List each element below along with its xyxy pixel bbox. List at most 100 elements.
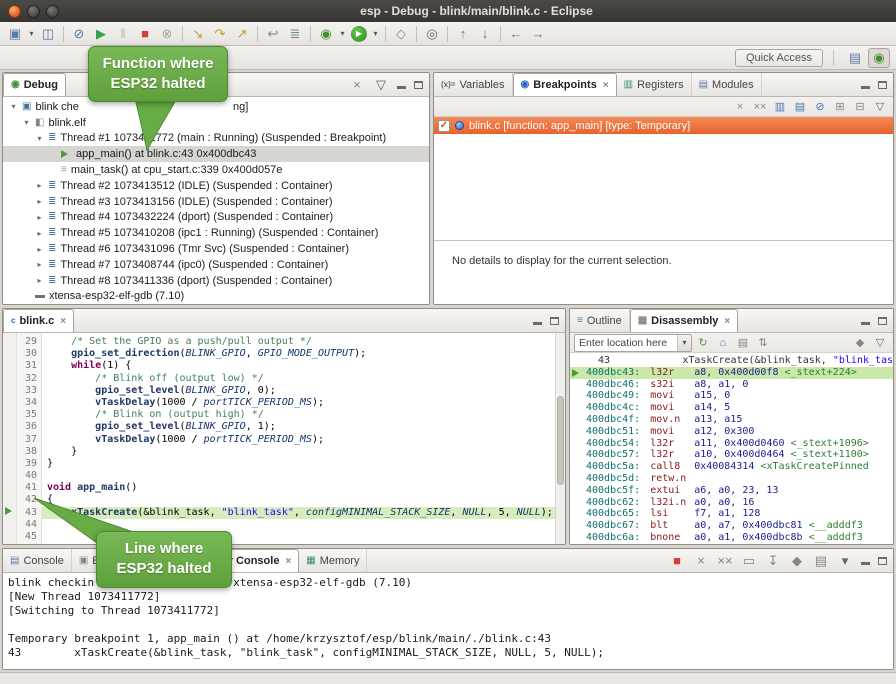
disassembly-line[interactable]: 400dbc46:s32ia8, a1, 0 <box>570 379 893 391</box>
collapse-icon[interactable]: ▾ <box>9 102 18 111</box>
instruction-stepping-icon[interactable]: ≣ <box>284 24 306 44</box>
remove-launch-icon[interactable]: × <box>690 551 712 571</box>
disassembly-line[interactable]: 400dbc5a:call80x40084314 <xTaskCreatePin… <box>570 461 893 473</box>
collapse-all-icon[interactable]: ⊟ <box>851 99 869 115</box>
clear-console-icon[interactable]: ▭ <box>738 551 760 571</box>
tab-debug[interactable]: ◉Debug <box>3 73 66 96</box>
show-breakpoints-supported-icon[interactable]: ▥ <box>771 99 789 115</box>
close-tab-icon[interactable]: × <box>60 316 66 327</box>
code-line[interactable]: while(1) { <box>42 360 565 372</box>
disassembly-menu-icon[interactable]: ▽ <box>871 335 889 351</box>
link-with-source-icon[interactable]: ▤ <box>734 335 752 351</box>
debug-dropdown-icon[interactable]: ▾ <box>337 24 348 44</box>
disassembly-line[interactable]: 400dbc4c:movia14, 5 <box>570 402 893 414</box>
stack-frame-main-task[interactable]: ≡main_task() at cpu_start.c:339 0x400d05… <box>3 162 429 178</box>
code-line[interactable]: } <box>42 446 565 458</box>
disassembly-line[interactable]: 400dbc67:blta0, a7, 0x400dbc81 <__adddf3 <box>570 520 893 532</box>
close-tab-icon[interactable]: × <box>724 316 730 327</box>
editor-code-area[interactable]: /* Set the GPIO as a push/pull output */… <box>42 333 565 544</box>
resume-icon[interactable]: ▶ <box>90 24 112 44</box>
disassembly-line[interactable]: 400dbc54:l32ra11, 0x400d0460 <_stext+109… <box>570 438 893 450</box>
thread-6[interactable]: ▸≣Thread #6 1073431096 (Tmr Svc) (Suspen… <box>3 241 429 257</box>
disassembly-line[interactable]: 400dbc49:movia15, 0 <box>570 390 893 402</box>
drop-to-frame-icon[interactable]: ↩ <box>262 24 284 44</box>
collapse-icon[interactable]: ▾ <box>22 118 31 127</box>
tab-modules[interactable]: ▤Modules <box>692 73 762 96</box>
forward-icon[interactable]: → <box>527 24 549 44</box>
external-tools-icon[interactable]: ◇ <box>390 24 412 44</box>
maximize-window-button[interactable] <box>46 5 59 18</box>
debug-perspective-icon[interactable]: ◉ <box>868 48 890 68</box>
view-menu-icon[interactable]: ▽ <box>871 99 889 115</box>
maximize-panel-icon[interactable] <box>875 312 890 330</box>
stack-frame-app-main[interactable]: app_main() at blink.c:43 0x400dbc43 <box>3 146 429 162</box>
code-line[interactable] <box>42 519 565 531</box>
code-line[interactable]: vTaskDelay(1000 / portTICK_PERIOD_MS); <box>42 434 565 446</box>
minimize-panel-icon[interactable] <box>858 552 873 570</box>
disassembly-line[interactable]: 400dbc57:l32ra10, 0x400d0464 <_stext+110… <box>570 449 893 461</box>
thread-3[interactable]: ▸≣Thread #3 1073413156 (IDLE) (Suspended… <box>3 194 429 210</box>
expand-icon[interactable]: ▸ <box>35 181 44 190</box>
remove-all-launches-icon[interactable]: ×× <box>714 551 736 571</box>
go-to-file-icon[interactable]: ▤ <box>791 99 809 115</box>
location-dropdown-icon[interactable]: ▾ <box>677 335 691 351</box>
tab-disassembly[interactable]: ▦Disassembly× <box>630 309 739 332</box>
disassembly-line[interactable]: 400dbc62:l32i.na0, a0, 16 <box>570 497 893 509</box>
code-line[interactable]: /* Blink off (output low) */ <box>42 373 565 385</box>
disassembly-line[interactable]: 400dbc51:movia12, 0x300 <box>570 426 893 438</box>
disassembly-line[interactable]: 400dbc5d:retw.n <box>570 473 893 485</box>
thread-5[interactable]: ▸≣Thread #5 1073410208 (ipc1 : Running) … <box>3 225 429 241</box>
new-wizard-dropdown-icon[interactable]: ▾ <box>26 24 37 44</box>
maximize-panel-icon[interactable] <box>547 312 562 330</box>
maximize-panel-icon[interactable] <box>411 76 426 94</box>
remove-all-breakpoints-icon[interactable]: ×× <box>751 99 769 115</box>
tab-registers[interactable]: ▥Registers <box>617 73 692 96</box>
code-line[interactable]: /* Set the GPIO as a push/pull output */ <box>42 336 565 348</box>
minimize-window-button[interactable] <box>27 5 40 18</box>
disassembly-line[interactable]: 400dbc6a:bnonea0, a1, 0x400dbc8b <__addd… <box>570 532 893 544</box>
suspend-icon[interactable]: ‖ <box>112 24 134 44</box>
code-line[interactable]: } <box>42 458 565 470</box>
code-line[interactable]: { <box>42 494 565 506</box>
open-perspective-icon[interactable]: ▤ <box>844 48 866 68</box>
process-blink-elf[interactable]: ▾◧blink.elf <box>3 115 429 131</box>
terminate-icon[interactable]: ■ <box>666 551 688 571</box>
step-return-icon[interactable]: ↗ <box>231 24 253 44</box>
thread-2[interactable]: ▸≣Thread #2 1073413512 (IDLE) (Suspended… <box>3 178 429 194</box>
disassembly-line[interactable]: 400dbc43:l32ra8, 0x400d00f8 <_stext+224> <box>570 367 893 379</box>
remove-selected-breakpoints-icon[interactable]: × <box>731 99 749 115</box>
thread-1[interactable]: ▾≣Thread #1 1073411772 (main : Running) … <box>3 131 429 147</box>
expand-all-icon[interactable]: ⊞ <box>831 99 849 115</box>
remove-all-terminated-icon[interactable]: × <box>346 75 368 95</box>
terminate-icon[interactable]: ■ <box>134 24 156 44</box>
disassembly-line[interactable]: 400dbc4f:mov.na13, a15 <box>570 414 893 426</box>
editor-marker-ruler[interactable] <box>3 333 17 544</box>
code-line[interactable]: gpio_set_level(BLINK_GPIO, 1); <box>42 421 565 433</box>
pin-console-icon[interactable]: ◆ <box>786 551 808 571</box>
expand-icon[interactable]: ▸ <box>35 260 44 269</box>
expand-icon[interactable]: ▸ <box>35 245 44 254</box>
run-icon[interactable]: ▶ <box>351 26 367 42</box>
minimize-panel-icon[interactable] <box>858 76 873 94</box>
tab-blink-c[interactable]: cblink.c× <box>3 309 74 332</box>
code-line[interactable]: /* Blink on (output high) */ <box>42 409 565 421</box>
close-tab-icon[interactable]: × <box>285 556 291 567</box>
thread-8[interactable]: ▸≣Thread #8 1073411336 (dport) (Suspende… <box>3 273 429 289</box>
step-into-icon[interactable]: ↘ <box>187 24 209 44</box>
scrollbar-thumb[interactable] <box>557 396 564 485</box>
code-line[interactable]: gpio_set_level(BLINK_GPIO, 0); <box>42 385 565 397</box>
pin-disassembly-icon[interactable]: ◆ <box>851 335 869 351</box>
search-icon[interactable]: ◎ <box>421 24 443 44</box>
expand-icon[interactable]: ▸ <box>35 276 44 285</box>
next-annotation-icon[interactable]: ↓ <box>474 24 496 44</box>
scroll-lock-icon[interactable]: ↧ <box>762 551 784 571</box>
code-line[interactable]: void app_main() <box>42 482 565 494</box>
quick-access-button[interactable]: Quick Access <box>735 49 823 67</box>
maximize-panel-icon[interactable] <box>875 552 890 570</box>
save-icon[interactable]: ◫ <box>37 24 59 44</box>
breakpoint-item[interactable]: ✓blink.c [function: app_main] [type: Tem… <box>434 117 893 134</box>
view-menu-icon[interactable]: ▽ <box>370 75 392 95</box>
minimize-panel-icon[interactable] <box>394 76 409 94</box>
console-dropdown-icon[interactable]: ▾ <box>834 551 856 571</box>
new-wizard-icon[interactable]: ▣ <box>4 24 26 44</box>
